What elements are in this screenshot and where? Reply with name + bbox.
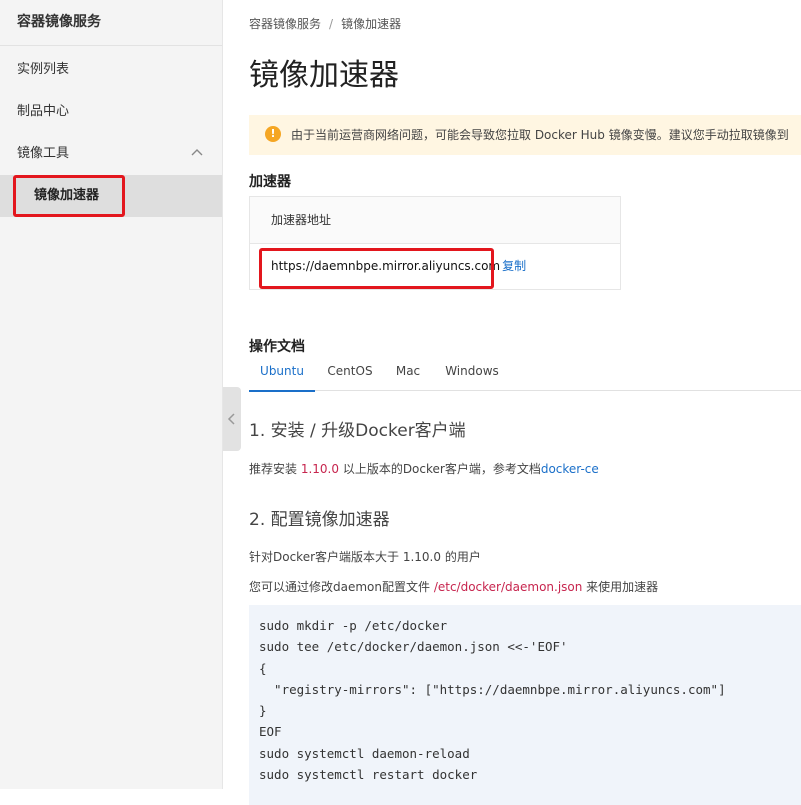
docs-section-title: 操作文档 — [249, 339, 305, 355]
breadcrumb-separator: / — [329, 17, 334, 31]
tab-mac[interactable]: Mac — [387, 364, 429, 390]
docker-ce-link[interactable]: docker-ce — [541, 462, 599, 476]
step2-line1: 针对Docker客户端版本大于 1.10.0 的用户 — [249, 550, 481, 564]
chevron-up-icon[interactable] — [190, 146, 204, 160]
tab-centos[interactable]: CentOS — [319, 364, 381, 390]
breadcrumb: 容器镜像服务 / 镜像加速器 — [249, 15, 401, 32]
sidebar-collapse-handle[interactable] — [223, 387, 241, 451]
notice-text: 由于当前运营商网络问题，可能会导致您拉取 Docker Hub 镜像变慢。建议您… — [291, 128, 789, 142]
sidebar-title: 容器镜像服务 — [0, 0, 222, 46]
step1-text-before: 推荐安装 — [249, 462, 301, 476]
chevron-left-icon — [227, 413, 235, 425]
page-title: 镜像加速器 — [249, 58, 399, 93]
notice-banner: ! 由于当前运营商网络问题，可能会导致您拉取 Docker Hub 镜像变慢。建… — [249, 115, 801, 155]
step1-version: 1.10.0 — [300, 462, 339, 476]
step1-title: 1. 安装 / 升级Docker客户端 — [249, 421, 466, 441]
sidebar-item-instances[interactable]: 实例列表 — [0, 49, 222, 91]
step2-line2: 您可以通过修改daemon配置文件 /etc/docker/daemon.jso… — [249, 578, 658, 595]
os-tabs: Ubuntu CentOS Mac Windows — [249, 364, 801, 392]
sidebar-item-artifacts[interactable]: 制品中心 — [0, 91, 222, 133]
step2-line2-before: 您可以通过修改daemon配置文件 — [249, 580, 434, 594]
daemon-json-path: /etc/docker/daemon.json — [433, 580, 583, 594]
sidebar-item-label: 镜像加速器 — [34, 188, 100, 203]
step1-text: 推荐安装 1.10.0 以上版本的Docker客户端，参考文档docker-ce — [249, 460, 599, 477]
sidebar-group-label: 镜像工具 — [17, 146, 70, 161]
tab-ubuntu[interactable]: Ubuntu — [249, 364, 315, 392]
step2-title: 2. 配置镜像加速器 — [249, 510, 390, 530]
accelerator-table: 加速器地址 https://daemnbpe.mirror.aliyuncs.c… — [249, 196, 621, 290]
accelerator-section-title: 加速器 — [249, 174, 291, 190]
sidebar: 容器镜像服务 实例列表 制品中心 镜像工具 镜像加速器 — [0, 0, 223, 789]
sidebar-item-mirror-accelerator[interactable]: 镜像加速器 — [0, 175, 222, 217]
step1-text-after: 以上版本的Docker客户端，参考文档 — [339, 462, 541, 476]
breadcrumb-root[interactable]: 容器镜像服务 — [249, 17, 321, 31]
sidebar-group-image-tools[interactable]: 镜像工具 — [0, 133, 222, 175]
step2-line2-after: 来使用加速器 — [582, 580, 659, 594]
copy-button[interactable]: 复制 — [502, 259, 526, 273]
accelerator-table-header: 加速器地址 — [250, 197, 620, 244]
accelerator-table-row: https://daemnbpe.mirror.aliyuncs.com 复制 — [250, 244, 620, 289]
tab-windows[interactable]: Windows — [439, 364, 505, 390]
breadcrumb-current: 镜像加速器 — [341, 17, 402, 31]
code-block[interactable]: sudo mkdir -p /etc/docker sudo tee /etc/… — [249, 605, 801, 805]
warning-icon: ! — [265, 126, 281, 142]
accelerator-url[interactable]: https://daemnbpe.mirror.aliyuncs.com — [271, 259, 500, 273]
